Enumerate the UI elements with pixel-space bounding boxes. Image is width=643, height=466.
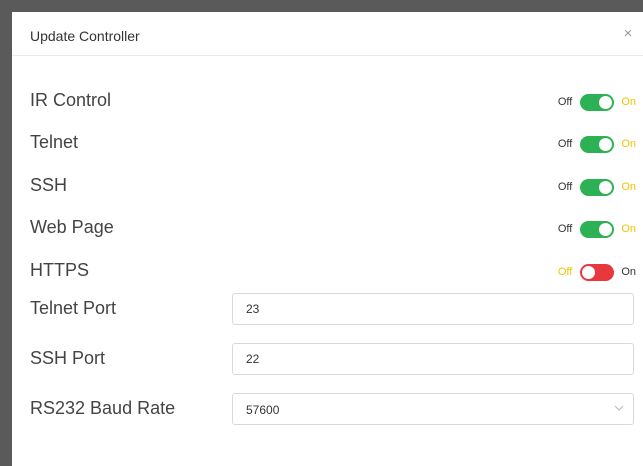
switch-knob bbox=[599, 180, 613, 194]
https-toggle-group: Off On bbox=[558, 263, 636, 281]
ssh-row: SSH Off On bbox=[12, 170, 643, 204]
telnet-port-label: Telnet Port bbox=[30, 298, 117, 318]
switch-knob bbox=[599, 137, 613, 151]
telnet-port-input[interactable] bbox=[232, 293, 634, 325]
switch-knob bbox=[599, 222, 613, 236]
baud-rate-value: 57600 bbox=[246, 403, 280, 417]
switch-knob bbox=[599, 95, 613, 109]
toggle-on-label: On bbox=[621, 96, 636, 108]
toggle-off-label: Off bbox=[557, 96, 573, 108]
https-row: HTTPS Off On bbox=[12, 255, 643, 289]
baud-rate-label: RS232 Baud Rate bbox=[30, 398, 176, 418]
toggle-on-label: On bbox=[621, 181, 636, 193]
telnet-row: Telnet Off On bbox=[12, 127, 643, 161]
telnet-toggle-group: Off On bbox=[558, 135, 636, 153]
baud-rate-row: RS232 Baud Rate 57600 bbox=[12, 393, 643, 427]
update-controller-dialog: Update Controller × IR Control Off On Te… bbox=[12, 12, 643, 466]
close-icon[interactable]: × bbox=[621, 26, 635, 41]
chevron-down-icon bbox=[614, 405, 624, 411]
web-page-label: Web Page bbox=[30, 217, 114, 237]
ssh-label: SSH bbox=[30, 175, 68, 195]
toggle-on-label: On bbox=[621, 138, 636, 150]
ir-control-switch[interactable] bbox=[580, 93, 615, 111]
web-page-toggle-group: Off On bbox=[558, 220, 636, 238]
toggle-off-label: Off bbox=[557, 181, 573, 193]
https-switch[interactable] bbox=[580, 263, 615, 281]
switch-knob bbox=[582, 265, 596, 279]
dialog-title: Update Controller bbox=[30, 28, 140, 44]
telnet-port-row: Telnet Port bbox=[12, 293, 643, 327]
web-page-row: Web Page Off On bbox=[12, 212, 643, 246]
ssh-toggle-group: Off On bbox=[558, 178, 636, 196]
ssh-port-row: SSH Port bbox=[12, 343, 643, 377]
dialog-header: Update Controller × bbox=[12, 12, 643, 56]
ssh-switch[interactable] bbox=[580, 178, 615, 196]
toggle-on-label: On bbox=[621, 223, 636, 235]
ir-control-label: IR Control bbox=[30, 90, 112, 110]
web-page-switch[interactable] bbox=[580, 220, 615, 238]
toggle-off-label: Off bbox=[557, 266, 573, 278]
baud-rate-select[interactable]: 57600 bbox=[232, 393, 634, 425]
toggle-off-label: Off bbox=[557, 138, 573, 150]
telnet-switch[interactable] bbox=[580, 135, 615, 153]
toggle-off-label: Off bbox=[557, 223, 573, 235]
ssh-port-input[interactable] bbox=[232, 343, 634, 375]
ssh-port-label: SSH Port bbox=[30, 348, 106, 368]
https-label: HTTPS bbox=[30, 260, 90, 280]
toggle-on-label: On bbox=[621, 266, 636, 278]
telnet-label: Telnet bbox=[30, 132, 79, 152]
ir-control-toggle-group: Off On bbox=[558, 93, 636, 111]
ir-control-row: IR Control Off On bbox=[12, 85, 643, 119]
